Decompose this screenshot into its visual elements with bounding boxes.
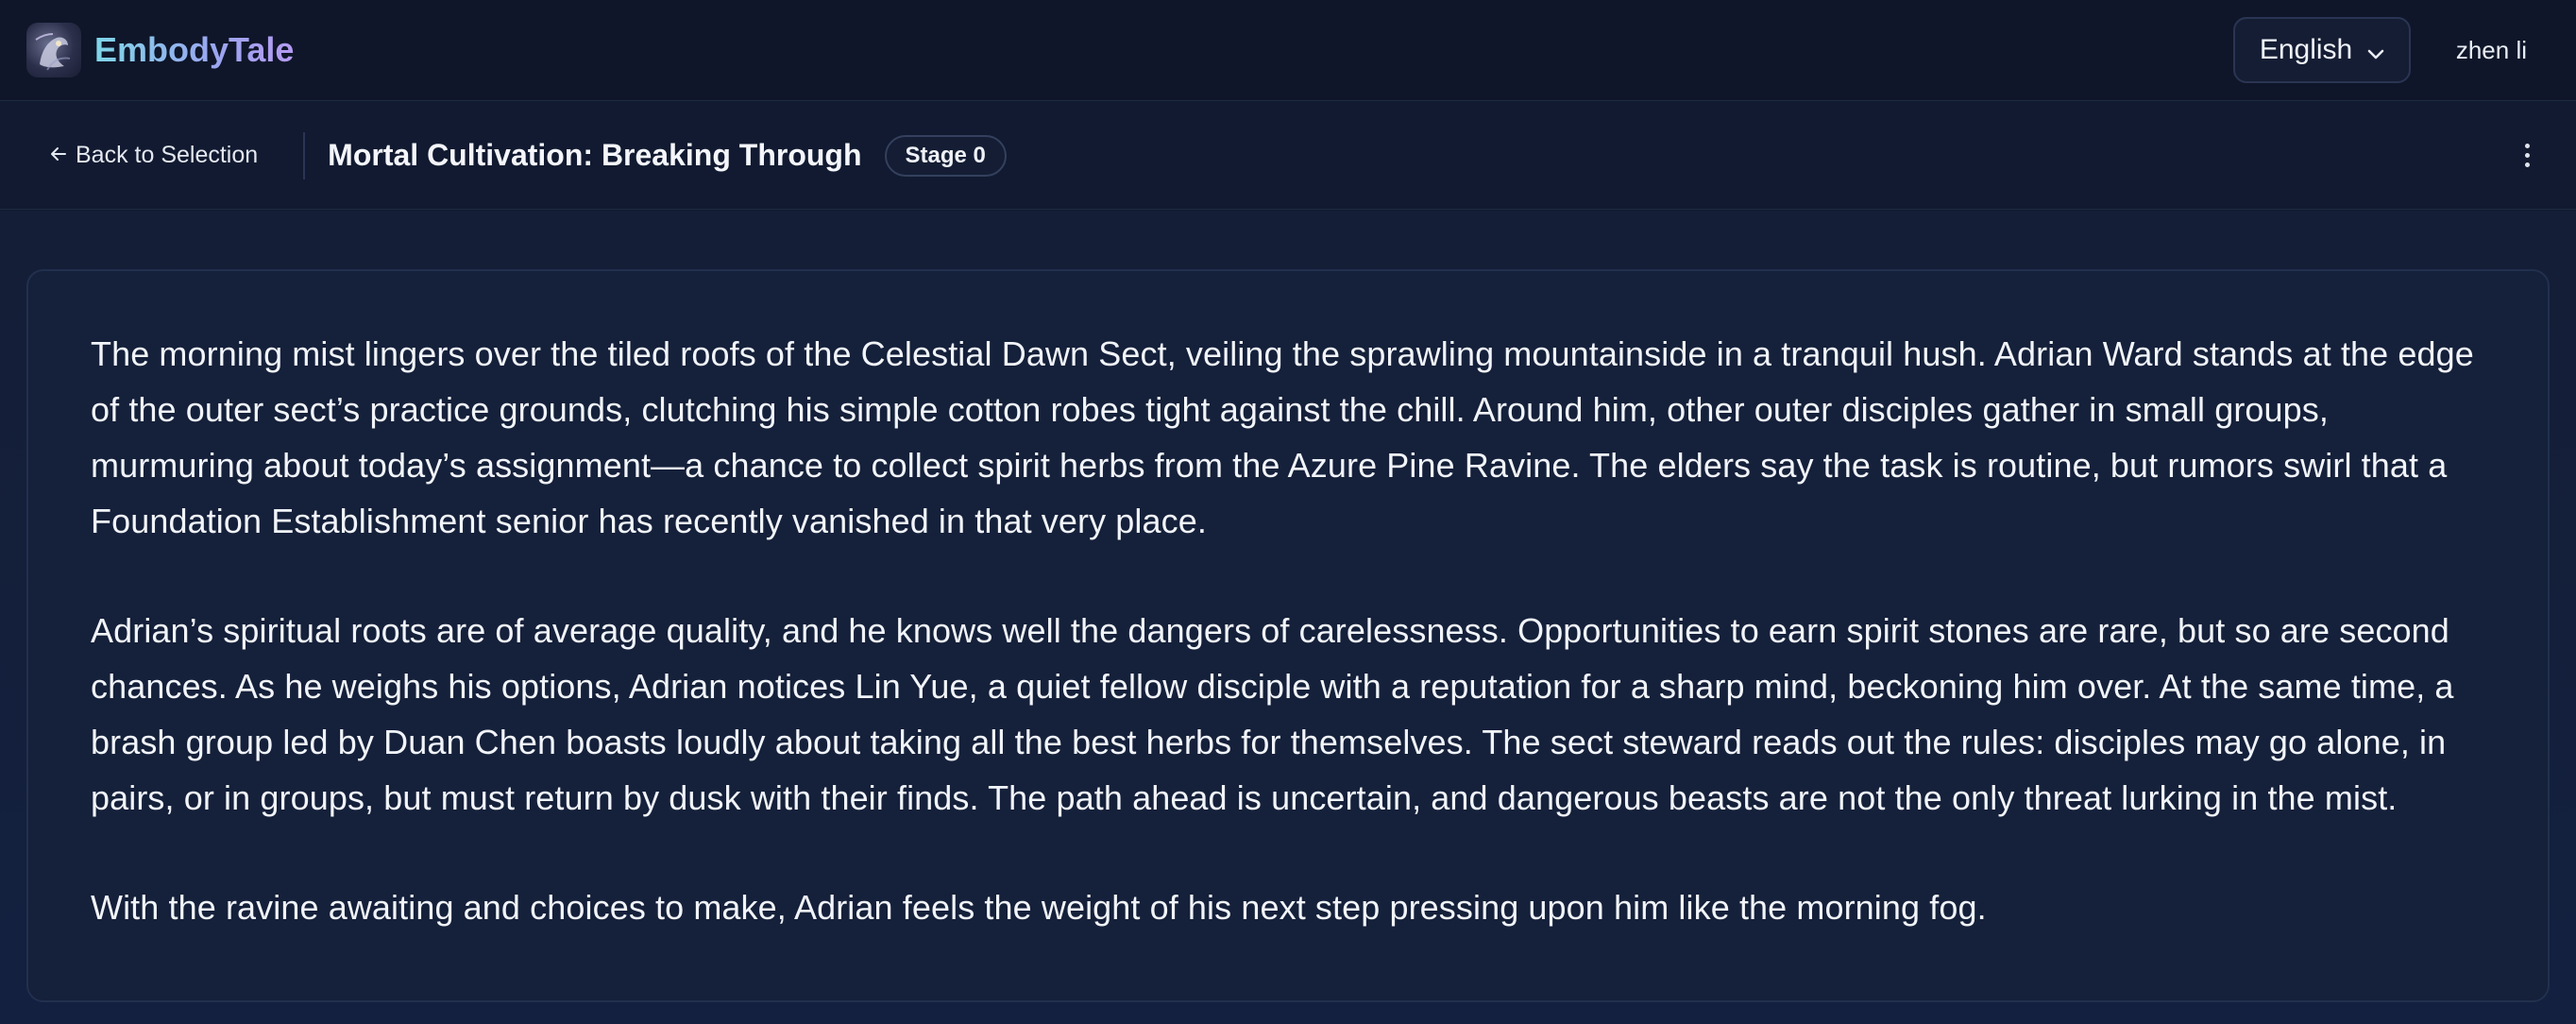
- story-paragraph: With the ravine awaiting and choices to …: [91, 888, 1987, 927]
- user-menu[interactable]: zhen li: [2456, 36, 2527, 65]
- brand-name: EmbodyTale: [94, 30, 295, 69]
- story-title: Mortal Cultivation: Breaking Through: [328, 138, 862, 172]
- story-card: The morning mist lingers over the tiled …: [26, 269, 2550, 1002]
- story-content-area: The morning mist lingers over the tiled …: [0, 211, 2576, 1024]
- dragon-portrait-logo-icon: [26, 23, 81, 77]
- story-header-bar: Back to Selection Mortal Cultivation: Br…: [0, 102, 2576, 210]
- back-to-selection-button[interactable]: Back to Selection: [49, 141, 258, 170]
- arrow-left-icon: [49, 141, 68, 170]
- language-select-value: English: [2259, 34, 2353, 65]
- top-navigation-bar: EmbodyTale English zhen li: [0, 0, 2576, 101]
- more-options-icon[interactable]: [2516, 137, 2538, 175]
- story-paragraph: Adrian’s spiritual roots are of average …: [91, 611, 2454, 817]
- chevron-down-icon: [2365, 40, 2386, 60]
- back-to-selection-label: Back to Selection: [76, 142, 259, 168]
- story-paragraph: The morning mist lingers over the tiled …: [91, 334, 2474, 540]
- language-select[interactable]: English: [2232, 17, 2411, 83]
- brand-logo-link[interactable]: EmbodyTale: [26, 23, 294, 77]
- header-divider: [303, 131, 306, 179]
- stage-badge: Stage 0: [884, 134, 1007, 177]
